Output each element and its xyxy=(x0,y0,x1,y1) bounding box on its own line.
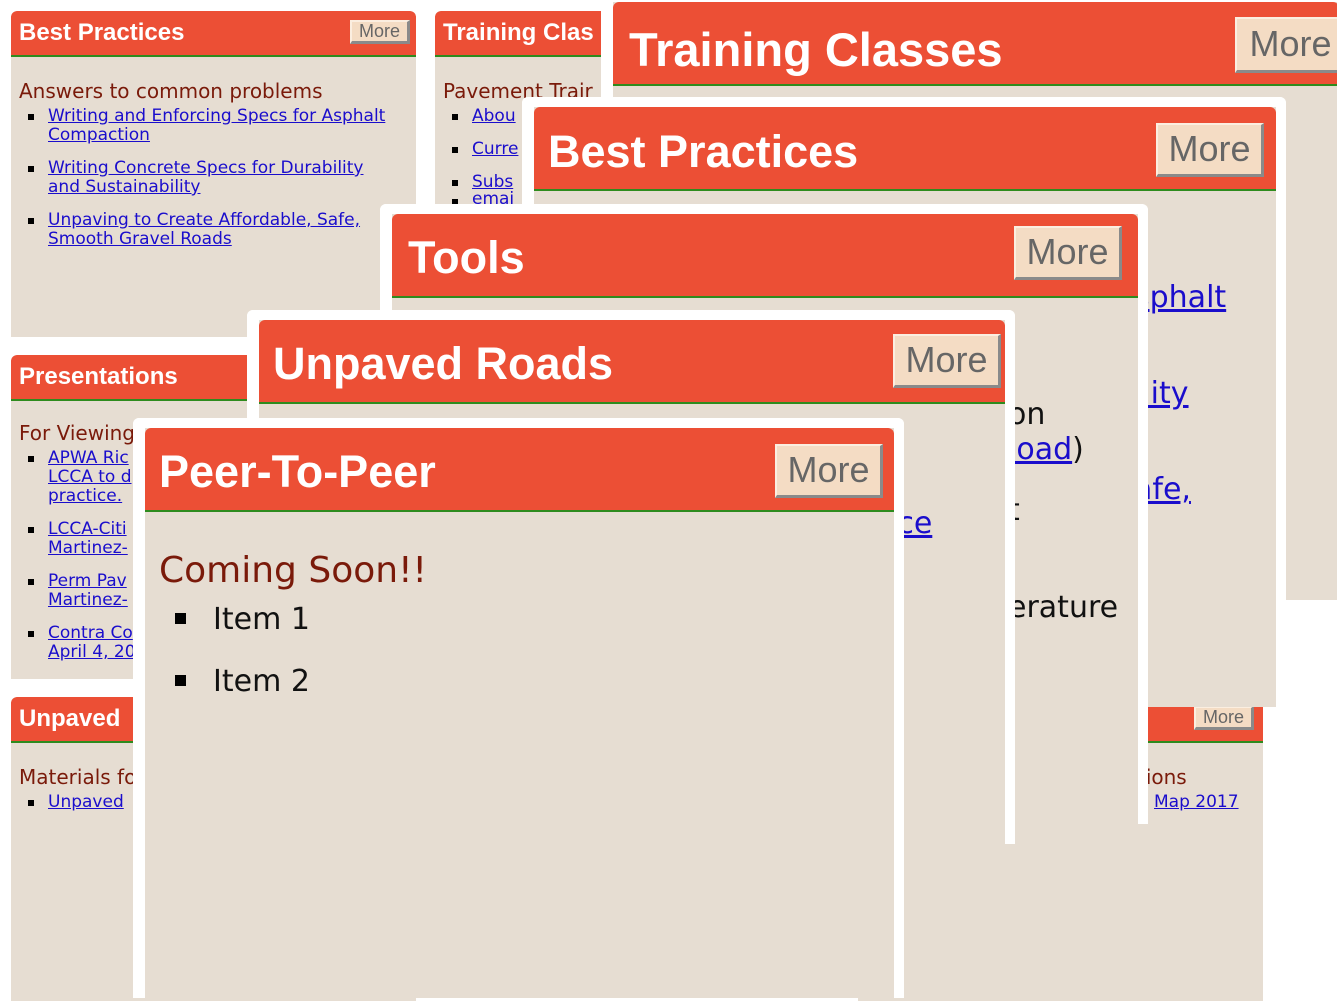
item-list: Item 1 Item 2 xyxy=(145,599,894,703)
peer-to-peer-header: Peer-To-Peer More xyxy=(145,428,894,512)
more-button[interactable]: More xyxy=(350,20,410,44)
panel-subtitle: Coming Soon!! xyxy=(159,550,427,591)
more-button[interactable]: More xyxy=(893,334,1001,388)
panel-title: Peer-To-Peer xyxy=(159,446,436,497)
panel-title: Training Clas xyxy=(443,19,594,46)
more-button[interactable]: More xyxy=(1014,226,1122,280)
link-asphalt-compaction[interactable]: Writing and Enforcing Specs for Asphalt C… xyxy=(48,106,385,145)
best-practices-panel-small: Best Practices More Answers to common pr… xyxy=(11,11,416,337)
link-current[interactable]: Curre xyxy=(472,139,518,159)
link-perm-pavement[interactable]: Perm Pav Martinez- xyxy=(48,571,128,610)
link-lcca-cities[interactable]: LCCA-Citi Martinez- xyxy=(48,519,128,558)
training-classes-header: Training Classes More xyxy=(613,2,1337,86)
panel-title: Best Practices xyxy=(548,126,859,177)
training-classes-header: Training Clas xyxy=(435,11,615,57)
presentations-header: Presentations xyxy=(11,355,271,401)
link-unpaving[interactable]: Unpaving to Create Affordable, Safe, Smoo… xyxy=(48,210,360,249)
link-download[interactable]: load xyxy=(1008,432,1072,467)
list-item: Writing and Enforcing Specs for Asphalt C… xyxy=(28,106,416,145)
panel-title: Training Classes xyxy=(629,23,1003,76)
more-button[interactable]: More xyxy=(1235,17,1337,73)
link-about[interactable]: Abou xyxy=(472,106,516,126)
best-practices-header: Best Practices More xyxy=(11,11,416,57)
unpaved-roads-header: Unpaved Roads More xyxy=(259,320,1005,404)
link-concrete-specs[interactable]: Writing Concrete Specs for Durability and… xyxy=(48,158,364,197)
list-item: Item 1 xyxy=(175,599,894,641)
link-list: Writing and Enforcing Specs for Asphalt C… xyxy=(11,107,416,249)
link-apwa[interactable]: APWA Ric LCCA to d practice. xyxy=(48,448,132,506)
panel-title: Presentations xyxy=(19,363,178,390)
panel-title: Unpaved Roads xyxy=(273,338,614,389)
list-item: Item 2 xyxy=(175,661,894,703)
panel-subtitle: Answers to common problems xyxy=(19,79,323,103)
panel-title: Tools xyxy=(408,232,525,283)
best-practices-header: Best Practices More xyxy=(534,107,1276,191)
link-unpaved[interactable]: Unpaved xyxy=(48,792,124,812)
list-item: Writing Concrete Specs for Durability and… xyxy=(28,158,416,197)
link-contra-costa[interactable]: Contra Co April 4, 20 xyxy=(48,623,136,662)
text-fragment-line: load) xyxy=(1008,432,1084,467)
list-item: Unpaving to Create Affordable, Safe, Smoo… xyxy=(28,210,416,249)
link-map-2017[interactable]: Map 2017 xyxy=(1154,792,1239,812)
tools-header: Tools More xyxy=(392,214,1138,298)
text-fragment: erature xyxy=(1008,590,1119,625)
panel-title: Unpaved xyxy=(19,705,121,732)
list-item: Map 2017 xyxy=(1134,792,1263,812)
panel-subtitle: tions xyxy=(1138,765,1187,789)
panel-title: Best Practices xyxy=(19,19,185,46)
peer-to-peer-panel: Peer-To-Peer More Coming Soon!! Item 1 I… xyxy=(133,418,904,998)
more-button[interactable]: More xyxy=(1194,706,1254,730)
more-button[interactable]: More xyxy=(775,444,883,498)
more-button[interactable]: More xyxy=(1156,123,1264,177)
